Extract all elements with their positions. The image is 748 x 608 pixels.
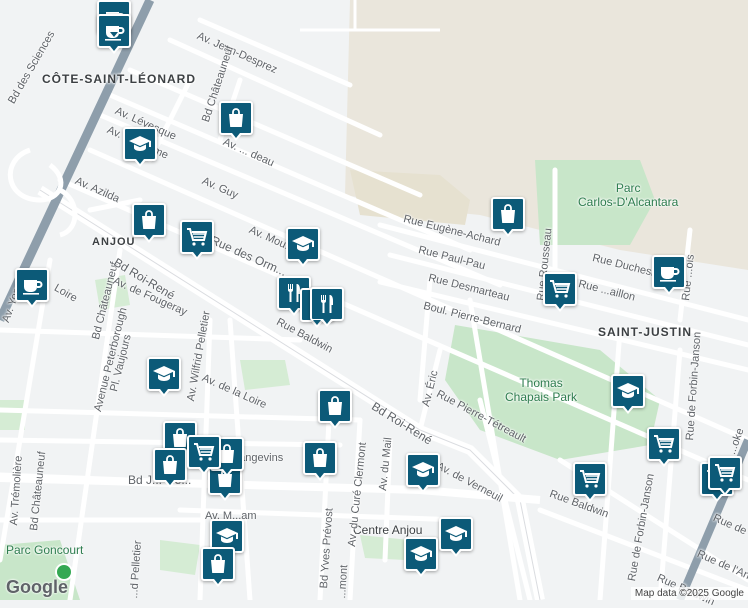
shopping-cart-icon bbox=[713, 461, 737, 485]
coffee-cup-icon bbox=[20, 273, 44, 297]
shopping-bag-icon bbox=[496, 202, 520, 226]
coffee-cup-icon bbox=[102, 19, 126, 43]
poi-pin-cafe[interactable] bbox=[97, 14, 131, 54]
graduation-cap-icon bbox=[128, 132, 152, 156]
poi-pin-school[interactable] bbox=[406, 453, 440, 493]
shopping-cart-icon bbox=[185, 225, 209, 249]
poi-pin-cafe[interactable] bbox=[652, 255, 686, 295]
poi-pin-shop[interactable] bbox=[303, 441, 337, 481]
poi-pin-shop[interactable] bbox=[491, 197, 525, 237]
shopping-bag-icon bbox=[224, 106, 248, 130]
shopping-bag-icon bbox=[323, 394, 347, 418]
poi-pin-grocery[interactable] bbox=[573, 462, 607, 502]
poi-pin-school[interactable] bbox=[611, 374, 645, 414]
graduation-cap-icon bbox=[215, 524, 239, 548]
map-canvas[interactable] bbox=[0, 0, 748, 600]
poi-pin-grocery[interactable] bbox=[647, 427, 681, 467]
google-logo: Google bbox=[6, 577, 68, 597]
poi-pin-grocery[interactable] bbox=[543, 272, 577, 312]
poi-pin-grocery[interactable] bbox=[187, 435, 221, 475]
poi-pin-school[interactable] bbox=[286, 227, 320, 267]
poi-pin-cafe[interactable] bbox=[15, 268, 49, 308]
poi-pin-school[interactable] bbox=[147, 357, 181, 397]
shopping-cart-icon bbox=[652, 432, 676, 456]
coffee-cup-icon bbox=[657, 260, 681, 284]
graduation-cap-icon bbox=[616, 379, 640, 403]
poi-pin-grocery[interactable] bbox=[708, 456, 742, 496]
bd-joseph-renaud-road bbox=[0, 474, 541, 504]
shopping-cart-icon bbox=[192, 440, 216, 464]
graduation-cap-icon bbox=[291, 232, 315, 256]
graduation-cap-icon bbox=[152, 362, 176, 386]
park-small-south bbox=[160, 540, 200, 575]
shopping-cart-icon bbox=[548, 277, 572, 301]
park-small-mid bbox=[240, 360, 290, 390]
graduation-cap-icon bbox=[409, 542, 433, 566]
shopping-cart-icon bbox=[578, 467, 602, 491]
map-attribution[interactable]: Map data ©2025 Google bbox=[630, 587, 748, 600]
poi-pin-shop[interactable] bbox=[132, 203, 166, 243]
graduation-cap-icon bbox=[411, 458, 435, 482]
poi-pin-school[interactable] bbox=[123, 127, 157, 167]
shopping-bag-icon bbox=[137, 208, 161, 232]
poi-pin-shop[interactable] bbox=[219, 101, 253, 141]
graduation-cap-icon bbox=[444, 522, 468, 546]
poi-pin-grocery[interactable] bbox=[180, 220, 214, 260]
fork-knife-icon bbox=[315, 292, 339, 316]
poi-pin-school[interactable] bbox=[404, 537, 438, 577]
poi-pin-restaurant[interactable] bbox=[310, 287, 344, 327]
poi-pin-shop[interactable] bbox=[318, 389, 352, 429]
shopping-bag-icon bbox=[308, 446, 332, 470]
poi-pin-school[interactable] bbox=[439, 517, 473, 557]
